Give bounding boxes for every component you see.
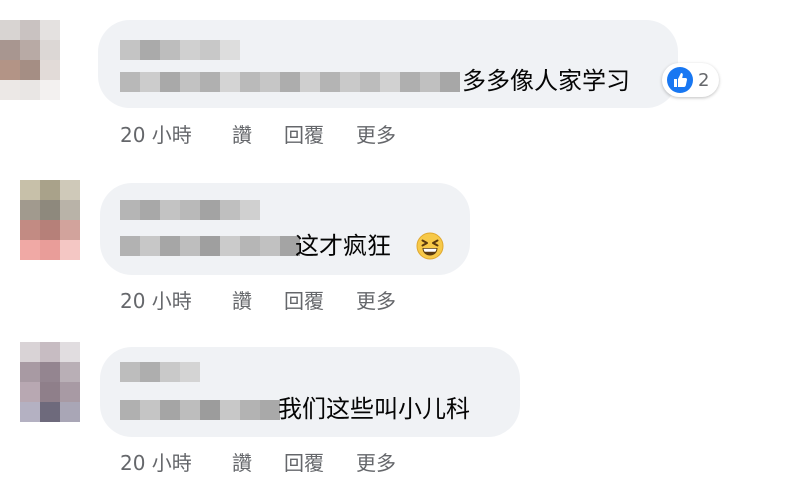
comment-text: 我们这些叫小儿科 bbox=[278, 395, 470, 423]
reply-button[interactable]: 回覆 bbox=[284, 447, 324, 476]
comment-actions: 20 小時 讚 回覆 更多 bbox=[120, 447, 396, 476]
comment-bubble bbox=[100, 183, 470, 275]
comment-timestamp[interactable]: 20 小時 bbox=[120, 285, 232, 314]
comment-text-redacted bbox=[120, 400, 280, 420]
comment-timestamp[interactable]: 20 小時 bbox=[120, 447, 232, 476]
more-button[interactable]: 更多 bbox=[356, 119, 396, 148]
reply-button[interactable]: 回覆 bbox=[284, 285, 324, 314]
grinning-squinting-face-icon bbox=[416, 232, 444, 260]
avatar[interactable] bbox=[20, 342, 80, 422]
reply-button[interactable]: 回覆 bbox=[284, 119, 324, 148]
reaction-badge[interactable]: 2 bbox=[662, 63, 720, 97]
comment-text: 多多像人家学习 bbox=[462, 67, 630, 95]
author-name-redacted[interactable] bbox=[120, 362, 200, 382]
like-button[interactable]: 讚 bbox=[232, 119, 252, 148]
comment-actions: 20 小時 讚 回覆 更多 bbox=[120, 285, 396, 314]
comment-actions: 20 小時 讚 回覆 更多 bbox=[120, 119, 396, 148]
avatar[interactable] bbox=[0, 20, 60, 100]
more-button[interactable]: 更多 bbox=[356, 285, 396, 314]
reaction-count: 2 bbox=[698, 69, 710, 91]
like-button[interactable]: 讚 bbox=[232, 447, 252, 476]
author-name-redacted[interactable] bbox=[120, 200, 260, 220]
thumbs-up-icon bbox=[667, 67, 693, 93]
comment-text: 这才疯狂 bbox=[295, 232, 391, 260]
like-button[interactable]: 讚 bbox=[232, 285, 252, 314]
comment-thread: 多多像人家学习 2 20 小時 讚 回覆 更多 这才疯狂 20 小時 讚 回覆 … bbox=[0, 0, 800, 500]
more-button[interactable]: 更多 bbox=[356, 447, 396, 476]
author-name-redacted[interactable] bbox=[120, 40, 240, 60]
comment-text-redacted bbox=[120, 236, 300, 256]
comment-text-redacted bbox=[120, 72, 460, 92]
avatar[interactable] bbox=[20, 180, 80, 260]
comment-timestamp[interactable]: 20 小時 bbox=[120, 119, 232, 148]
